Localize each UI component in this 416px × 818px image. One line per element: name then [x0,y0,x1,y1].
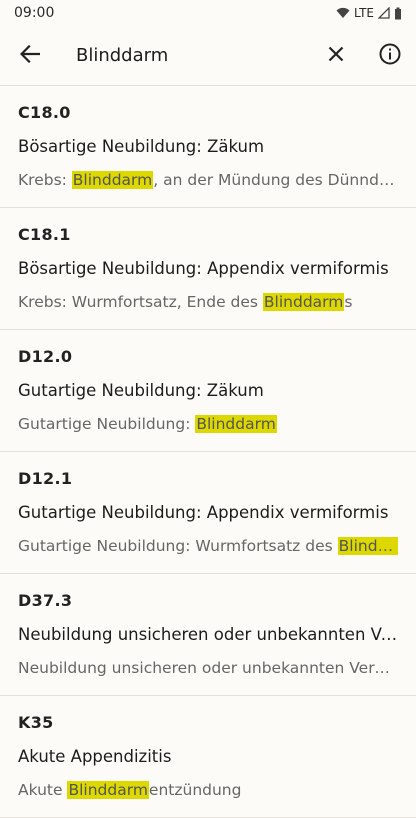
results-list: C18.0 Bösartige Neubildung: Zäkum Krebs:… [0,86,416,818]
result-code: C18.0 [18,103,71,122]
result-description: Krebs: Blinddarm, an der Mündung des Dün… [18,171,398,189]
result-code: D12.1 [18,469,73,488]
search-highlight: Blinddarm [71,171,154,189]
status-bar: 09:00 LTE [0,0,416,26]
search-app-bar [0,26,416,86]
result-title: Gutartige Neubildung: Zäkum [18,381,264,400]
result-item[interactable]: D37.3 Neubildung unsicheren oder unbekan… [0,574,416,696]
result-code: K35 [18,713,54,732]
search-highlight: Blinddarms [337,537,398,555]
result-title: Gutartige Neubildung: Appendix vermiform… [18,503,389,522]
search-input[interactable] [76,40,306,70]
result-title: Bösartige Neubildung: Zäkum [18,137,265,156]
status-icons: LTE [336,6,402,20]
wifi-icon [336,7,350,18]
info-icon [379,43,401,65]
arrow-back-icon [20,45,40,63]
network-label: LTE [354,6,374,20]
result-description: Krebs: Wurmfortsatz, Ende des Blinddarms [18,293,353,311]
result-code: D37.3 [18,591,73,610]
back-button[interactable] [6,30,54,78]
result-item[interactable]: C18.0 Bösartige Neubildung: Zäkum Krebs:… [0,86,416,208]
result-description: Neubildung unsicheren oder unbekannten V… [18,659,398,677]
result-description: Gutartige Neubildung: Wurmfortsatz des B… [18,537,398,555]
result-code: C18.1 [18,225,71,244]
result-title: Akute Appendizitis [18,747,172,766]
signal-icon [378,7,390,19]
status-time: 09:00 [14,5,55,21]
close-icon [328,46,344,62]
result-code: D12.0 [18,347,73,366]
result-description: Akute Blinddarmentzündung [18,781,242,799]
battery-icon [395,7,401,19]
search-highlight: Blinddarm [67,781,149,799]
info-button[interactable] [366,30,414,78]
result-title: Bösartige Neubildung: Appendix vermiform… [18,259,389,278]
result-item[interactable]: C18.1 Bösartige Neubildung: Appendix ver… [0,208,416,330]
result-title: Neubildung unsicheren oder unbekannten V… [18,625,398,644]
result-description: Gutartige Neubildung: Blinddarm [18,415,277,433]
result-item[interactable]: D12.0 Gutartige Neubildung: Zäkum Gutart… [0,330,416,452]
result-item[interactable]: D12.1 Gutartige Neubildung: Appendix ver… [0,452,416,574]
clear-search-button[interactable] [312,30,360,78]
search-highlight: Blinddarm [262,293,345,311]
search-highlight: Blinddarm [195,415,277,433]
